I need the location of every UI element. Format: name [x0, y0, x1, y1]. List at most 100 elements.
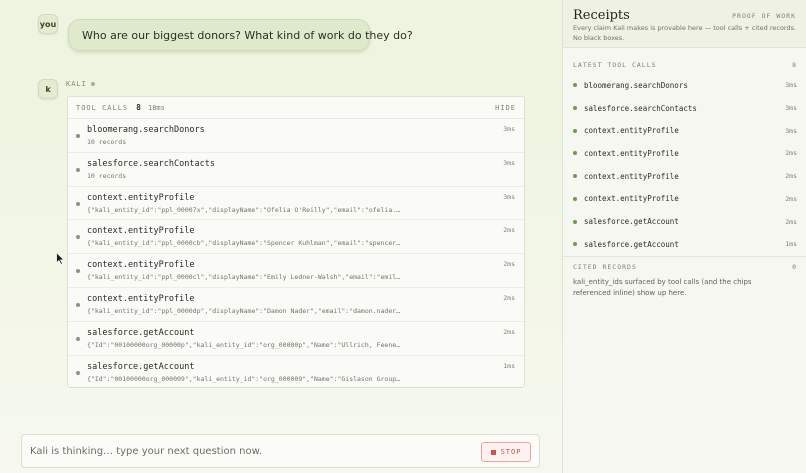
tool-call-dot-icon [76, 201, 80, 206]
latest-tool-call-duration: 2ms [785, 194, 797, 203]
tool-call-detail: {"kali_entity_id":"ppl_0000dp","displayN… [87, 306, 401, 315]
tool-calls-panel: TOOL CALLS 8 18ms HIDE bloomerang.search… [67, 96, 525, 388]
tool-call-detail: {"kali_entity_id":"ppl_0000cb","displayN… [87, 239, 401, 248]
tool-call-duration: 2ms [503, 226, 515, 235]
tool-call-dot-icon [76, 235, 80, 240]
cited-records-heading: CITED RECORDS 0 [573, 263, 797, 271]
tool-call-detail: 10 records [87, 171, 127, 180]
latest-tool-call-item[interactable]: salesforce.searchContacts 3ms [573, 97, 797, 120]
tool-call-row[interactable]: context.entityProfile {"kali_entity_id":"… [68, 254, 524, 288]
tool-call-row[interactable]: salesforce.searchContacts 10 records 3ms [68, 153, 524, 187]
latest-tool-call-duration: 3ms [785, 126, 797, 135]
latest-tool-calls-label: LATEST TOOL CALLS [573, 61, 657, 69]
tool-call-name: salesforce.getAccount [87, 361, 195, 372]
receipts-title: Receipts [573, 8, 630, 23]
tool-call-name: context.entityProfile [87, 260, 195, 271]
tool-call-name: context.entityProfile [87, 293, 195, 304]
latest-tool-call-item[interactable]: salesforce.getAccount 1ms [573, 233, 797, 256]
status-dot-icon [573, 242, 577, 247]
tool-calls-header: TOOL CALLS 8 18ms HIDE [68, 97, 524, 119]
latest-tool-call-duration: 3ms [785, 104, 797, 113]
latest-tool-call-name: salesforce.searchContacts [584, 103, 697, 113]
status-dot-icon [573, 219, 577, 224]
tool-call-name: context.entityProfile [87, 192, 195, 203]
latest-tool-call-name: context.entityProfile [584, 194, 679, 204]
cited-records-description: kali_entity_ids surfaced by tool calls (… [573, 278, 752, 297]
chat-area: you Who are our biggest donors? What kin… [0, 0, 563, 473]
tool-call-name: salesforce.getAccount [87, 327, 195, 338]
user-message-bubble: Who are our biggest donors? What kind of… [68, 19, 413, 51]
latest-tool-call-name: context.entityProfile [584, 126, 679, 136]
latest-tool-call-duration: 2ms [785, 217, 797, 226]
status-dot-icon [90, 82, 95, 86]
composer: STOP [21, 434, 540, 468]
tool-call-duration: 3ms [503, 192, 515, 201]
tool-call-row[interactable]: bloomerang.searchDonors 10 records 3ms [68, 119, 524, 153]
tool-call-duration: 3ms [503, 125, 515, 133]
receipts-sidebar: Receipts PROOF OF WORK Every claim Kali … [563, 0, 806, 473]
latest-tool-calls-heading: LATEST TOOL CALLS 8 [573, 61, 797, 69]
latest-tool-call-name: context.entityProfile [584, 171, 679, 181]
kali-avatar: k [38, 79, 58, 99]
tool-call-dot-icon [76, 302, 80, 307]
receipts-header: Receipts PROOF OF WORK Every claim Kali … [563, 0, 806, 48]
latest-tool-call-duration: 2ms [785, 149, 797, 158]
tool-call-dot-icon [76, 134, 80, 138]
tool-call-detail: {"kali_entity_id":"ppl_0000cl","displayN… [87, 273, 401, 282]
latest-tool-call-name: salesforce.getAccount [584, 239, 679, 249]
status-dot-icon [573, 83, 577, 88]
tool-call-dot-icon [76, 370, 80, 375]
latest-tool-call-item[interactable]: context.entityProfile 2ms [573, 165, 797, 188]
stop-button[interactable]: STOP [481, 442, 531, 462]
tool-calls-count: 8 [136, 103, 141, 112]
tool-call-row[interactable]: context.entityProfile {"kali_entity_id":"… [68, 288, 524, 322]
tool-calls-label: TOOL CALLS [76, 103, 129, 112]
stop-label: STOP [500, 448, 522, 456]
latest-tool-call-duration: 2ms [785, 172, 797, 181]
latest-tool-call-name: salesforce.getAccount [584, 217, 679, 227]
tool-call-detail: 10 records [87, 138, 127, 146]
latest-tool-call-item[interactable]: context.entityProfile 3ms [573, 119, 797, 142]
latest-tool-call-duration: 3ms [785, 81, 797, 90]
user-avatar: you [38, 14, 58, 34]
tool-call-row[interactable]: salesforce.getAccount {"Id":"00100000org_… [68, 356, 524, 390]
tool-call-dot-icon [76, 167, 80, 172]
tool-call-duration: 2ms [503, 327, 515, 336]
status-dot-icon [573, 151, 577, 156]
assistant-name: KALI [66, 80, 87, 88]
receipts-description: Every claim Kali makes is provable here … [573, 24, 797, 42]
tool-call-detail: {"Id":"00100000org_000009","kali_entity_… [87, 374, 401, 383]
hide-tool-calls-button[interactable]: HIDE [495, 104, 516, 112]
tool-call-duration: 1ms [503, 361, 515, 370]
latest-tool-call-duration: 1ms [785, 240, 797, 249]
tool-call-dot-icon [76, 269, 80, 274]
tool-call-name: salesforce.searchContacts [87, 158, 215, 169]
status-dot-icon [573, 196, 577, 201]
status-dot-icon [573, 106, 577, 111]
tool-call-duration: 2ms [503, 260, 515, 269]
assistant-label: KALI [66, 80, 95, 88]
proof-of-work-label: PROOF OF WORK [732, 12, 796, 20]
status-dot-icon [573, 174, 577, 179]
section-divider [563, 256, 806, 257]
latest-tool-call-item[interactable]: context.entityProfile 2ms [573, 142, 797, 165]
stop-square-icon [490, 449, 496, 455]
latest-tool-call-item[interactable]: context.entityProfile 2ms [573, 188, 797, 211]
tool-call-row[interactable]: context.entityProfile {"kali_entity_id":"… [68, 187, 524, 221]
tool-call-name: context.entityProfile [87, 226, 195, 237]
tool-call-row[interactable]: salesforce.getAccount {"Id":"00100000org_… [68, 322, 524, 356]
mouse-pointer-icon [56, 252, 65, 265]
tool-calls-list: bloomerang.searchDonors 10 records 3ms sale… [68, 119, 524, 389]
tool-call-duration: 2ms [503, 293, 515, 302]
status-dot-icon [573, 128, 577, 133]
latest-tool-calls-count: 8 [792, 61, 797, 69]
cited-records-count: 0 [792, 263, 797, 271]
tool-call-row[interactable]: context.entityProfile {"kali_entity_id":"… [68, 220, 524, 255]
tool-call-name: bloomerang.searchDonors [87, 125, 205, 135]
latest-tool-call-item[interactable]: bloomerang.searchDonors 3ms [573, 74, 797, 97]
cited-records-label: CITED RECORDS [573, 263, 637, 271]
tool-call-detail: {"kali_entity_id":"ppl_00007x","displayN… [87, 205, 401, 214]
message-input[interactable] [30, 445, 450, 457]
tool-calls-duration: 18ms [147, 103, 165, 112]
latest-tool-call-item[interactable]: salesforce.getAccount 2ms [573, 210, 797, 233]
